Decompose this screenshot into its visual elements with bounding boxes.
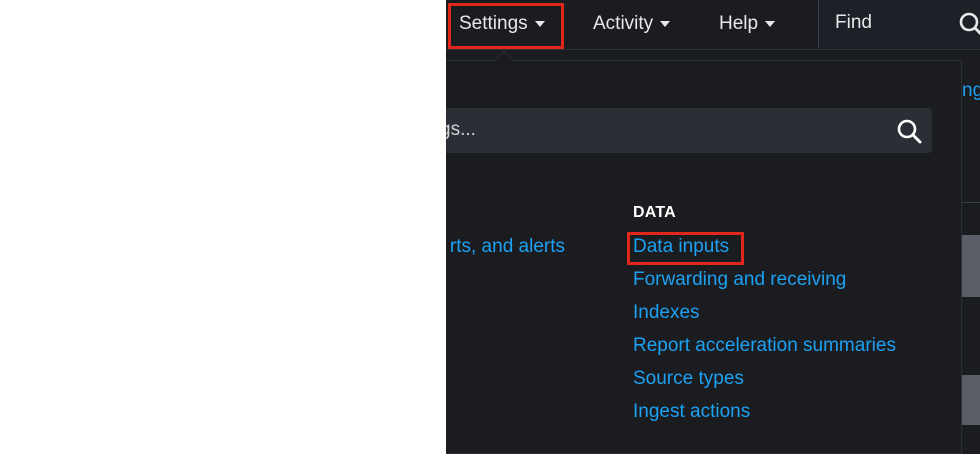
help-menu-button[interactable]: Help bbox=[719, 0, 776, 47]
background-partial-link[interactable]: ng bbox=[962, 80, 980, 106]
activity-menu-button[interactable]: Activity bbox=[593, 0, 671, 47]
knowledge-link-clip: rts, and alerts bbox=[446, 232, 576, 262]
settings-search-input[interactable]: gs... bbox=[446, 108, 932, 153]
indexes-link[interactable]: Indexes bbox=[633, 302, 700, 324]
source-types-link[interactable]: Source types bbox=[633, 368, 744, 390]
ingest-actions-link[interactable]: Ingest actions bbox=[633, 401, 750, 423]
settings-highlight-box bbox=[448, 3, 564, 49]
find-placeholder: Find bbox=[835, 12, 872, 33]
background-partial-link-text: ng bbox=[962, 80, 980, 101]
chevron-down-icon bbox=[660, 21, 671, 27]
settings-search-placeholder: gs... bbox=[446, 119, 476, 140]
chevron-down-icon bbox=[765, 21, 776, 27]
help-menu-label: Help bbox=[719, 12, 759, 34]
dropdown-pointer-inner bbox=[495, 52, 513, 61]
find-search-input[interactable]: Find bbox=[818, 0, 980, 48]
data-section-heading: DATA bbox=[633, 204, 676, 221]
search-icon[interactable] bbox=[896, 118, 922, 144]
searches-reports-alerts-link[interactable]: rts, and alerts bbox=[450, 236, 565, 258]
report-acceleration-link[interactable]: Report acceleration summaries bbox=[633, 335, 896, 357]
background-block bbox=[962, 375, 980, 425]
forwarding-receiving-link[interactable]: Forwarding and receiving bbox=[633, 269, 846, 291]
activity-menu-label: Activity bbox=[593, 12, 654, 34]
blank-area bbox=[0, 0, 446, 454]
search-icon[interactable] bbox=[958, 11, 980, 37]
background-block bbox=[962, 235, 980, 297]
data-inputs-highlight-box bbox=[627, 232, 744, 265]
background-divider bbox=[962, 202, 980, 203]
